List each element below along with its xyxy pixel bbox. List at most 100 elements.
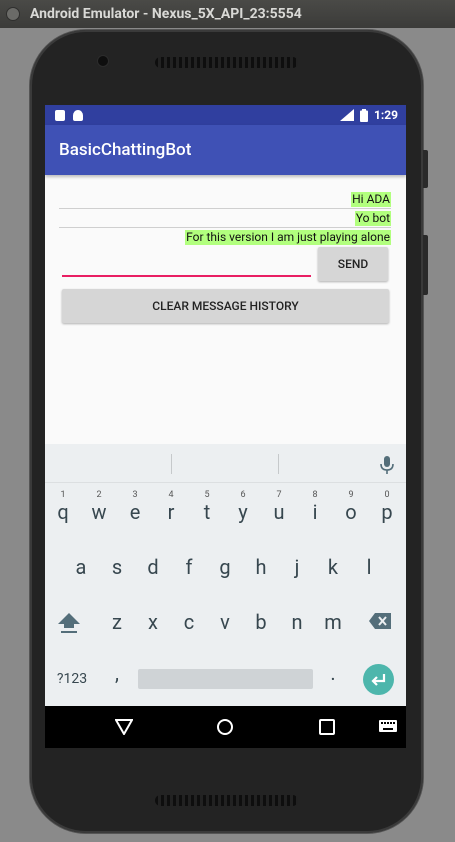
key-j[interactable]: j <box>279 540 315 590</box>
key-label: y <box>238 500 248 524</box>
key-label: v <box>220 610 230 634</box>
key-label: j <box>294 555 300 579</box>
key-b[interactable]: b <box>243 595 279 645</box>
key-v[interactable]: v <box>207 595 243 645</box>
battery-icon <box>359 108 368 122</box>
key-y[interactable]: 6y <box>225 485 261 535</box>
key-n[interactable]: n <box>279 595 315 645</box>
key-label: b <box>255 610 267 634</box>
key-label: e <box>129 500 141 524</box>
signal-icon <box>339 109 354 121</box>
key-a[interactable]: a <box>63 540 99 590</box>
key-e[interactable]: 3e <box>117 485 153 535</box>
enter-icon <box>371 674 386 686</box>
key-r[interactable]: 4r <box>153 485 189 535</box>
key-z[interactable]: z <box>99 595 135 645</box>
chat-message-row: Hi ADA <box>59 190 391 209</box>
app-bar: BasicChattingBot <box>45 125 406 175</box>
key-hint: 0 <box>384 490 390 500</box>
key-label: q <box>57 500 69 524</box>
key-label: i <box>312 500 318 524</box>
key-q[interactable]: 1q <box>45 485 81 535</box>
suggestion-divider <box>278 454 279 474</box>
comma-key[interactable]: , <box>99 650 135 700</box>
front-camera <box>97 55 109 67</box>
device-screen: 1:29 BasicChattingBot Hi ADA Yo bot For … <box>45 105 406 748</box>
key-hint: 7 <box>276 490 282 500</box>
app-title: BasicChattingBot <box>59 140 192 160</box>
recents-icon[interactable] <box>319 719 335 735</box>
key-m[interactable]: m <box>315 595 351 645</box>
android-debug-icon <box>73 109 83 121</box>
key-p[interactable]: 0p <box>369 485 405 535</box>
period-key[interactable]: . <box>315 650 351 700</box>
key-label: d <box>147 555 159 579</box>
window-close-button[interactable] <box>6 7 20 21</box>
key-l[interactable]: l <box>351 540 387 590</box>
window-titlebar: Android Emulator - Nexus_5X_API_23:5554 <box>0 0 455 28</box>
key-hint: 8 <box>312 490 318 500</box>
key-label: m <box>324 610 342 634</box>
chat-message: For this version I am just playing alone <box>185 229 391 245</box>
power-button[interactable] <box>423 150 428 188</box>
key-label: z <box>112 610 122 634</box>
key-label: r <box>167 500 175 524</box>
key-w[interactable]: 2w <box>81 485 117 535</box>
key-hint: 4 <box>168 490 174 500</box>
chat-history: Hi ADA Yo bot For this version I am just… <box>59 190 391 246</box>
home-icon[interactable] <box>216 718 234 736</box>
key-hint: 5 <box>204 490 210 500</box>
key-label: w <box>91 500 107 524</box>
key-hint: 3 <box>132 490 138 500</box>
key-label: s <box>111 555 123 579</box>
key-label: u <box>273 500 285 524</box>
suggestion-divider <box>171 454 172 474</box>
backspace-icon[interactable] <box>369 613 391 629</box>
suggestion-strip <box>45 444 406 483</box>
keyboard-row-1: 1q2w3e4r5t6y7u8i9o0p <box>45 485 406 535</box>
key-label: p <box>381 500 393 524</box>
key-hint: 6 <box>240 490 246 500</box>
key-hint: 2 <box>96 490 102 500</box>
key-label: c <box>183 610 195 634</box>
shift-icon[interactable] <box>57 611 81 635</box>
window-title: Android Emulator - Nexus_5X_API_23:5554 <box>30 6 302 22</box>
key-d[interactable]: d <box>135 540 171 590</box>
soft-keyboard: 1q2w3e4r5t6y7u8i9o0p asdfghjkl zxcvbnm ?… <box>45 444 406 706</box>
key-t[interactable]: 5t <box>189 485 225 535</box>
key-u[interactable]: 7u <box>261 485 297 535</box>
key-x[interactable]: x <box>135 595 171 645</box>
chat-message-row: For this version I am just playing alone <box>59 228 391 246</box>
space-key[interactable] <box>138 669 313 689</box>
send-button[interactable]: SEND <box>318 247 388 281</box>
key-label: x <box>148 610 158 634</box>
key-o[interactable]: 9o <box>333 485 369 535</box>
key-f[interactable]: f <box>171 540 207 590</box>
sd-card-icon <box>55 109 65 121</box>
key-hint: 1 <box>60 490 66 500</box>
status-bar: 1:29 <box>45 105 406 125</box>
top-speaker <box>155 57 298 68</box>
chat-message-row: Yo bot <box>59 209 391 228</box>
key-c[interactable]: c <box>171 595 207 645</box>
key-k[interactable]: k <box>315 540 351 590</box>
key-label: l <box>366 555 372 579</box>
key-s[interactable]: s <box>99 540 135 590</box>
clear-history-button[interactable]: CLEAR MESSAGE HISTORY <box>62 289 389 323</box>
back-icon[interactable] <box>115 719 133 735</box>
symbols-key[interactable]: ?123 <box>53 650 91 700</box>
chat-message: Yo bot <box>354 210 391 226</box>
microphone-icon[interactable] <box>378 455 396 475</box>
message-input[interactable] <box>62 275 311 277</box>
key-h[interactable]: h <box>243 540 279 590</box>
key-g[interactable]: g <box>207 540 243 590</box>
key-label: f <box>185 555 193 579</box>
status-time: 1:29 <box>373 108 398 122</box>
chat-message: Hi ADA <box>351 191 391 207</box>
keyboard-switch-icon[interactable] <box>379 720 397 732</box>
key-label: n <box>291 610 303 634</box>
bottom-speaker <box>155 795 298 806</box>
enter-key[interactable] <box>363 664 394 695</box>
volume-button[interactable] <box>423 235 428 295</box>
key-i[interactable]: 8i <box>297 485 333 535</box>
